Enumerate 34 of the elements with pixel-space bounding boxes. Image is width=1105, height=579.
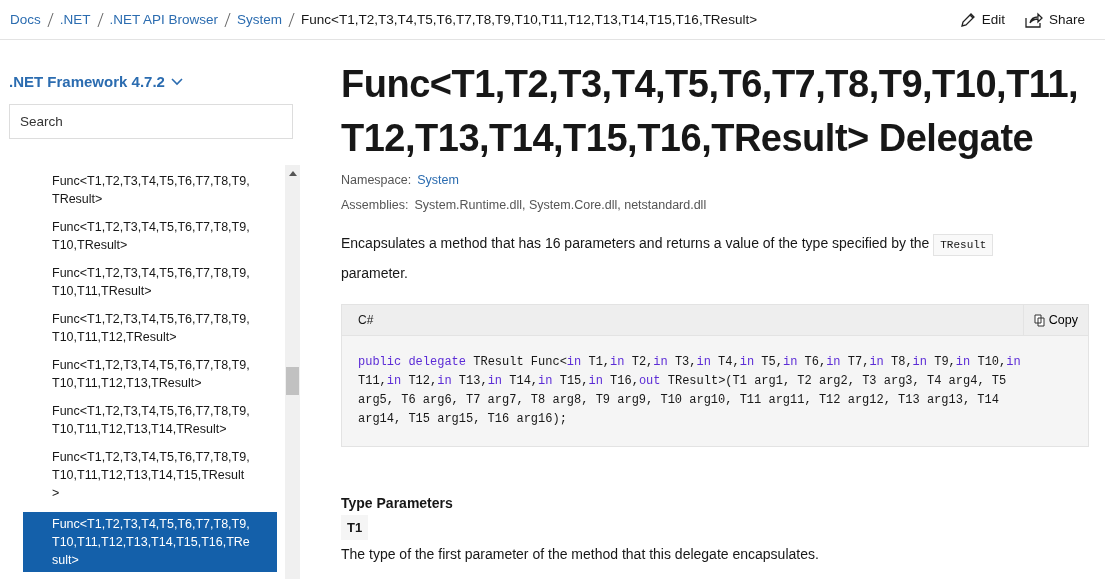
namespace-label: Namespace: (341, 173, 412, 187)
copy-icon (1033, 313, 1046, 327)
section-heading: Type Parameters (341, 495, 454, 511)
breadcrumb-link[interactable]: .NET API Browser (109, 12, 219, 27)
code-text: public delegate TResult Func<in T1,in T2,in T3,in T4,in T5,in T6,in T7,in T8,in T9,in T10,in T11,in T12,in T13,in T14,in T15,in T16,out TResult>(T1 arg1, T2 arg2, T3 arg3, T4 arg4, T5 arg5, T6 arg6, T7 arg7, T8 arg8, T9 arg9, T10 arg10, T11 arg11, T12 arg12, T13 arg13, T14 arg14, T15 arg15, T16 arg16); (357, 354, 1022, 428)
sidebar-item[interactable]: Func<T1,T2,T3,T4,T5,T6,T7,T8,T9, T10,T11,TResult> (23, 264, 277, 310)
sidebar-item[interactable]: Func<T1,T2,T3,T4,T5,T6,T7,T8,T9, TResult> (23, 172, 277, 218)
sidebar-item[interactable]: Func<T1,T2,T3,T4,T5,T6,T7,T8,T9, T10,T11,T12,T13,T14,T15,T16,TRe sult> (23, 512, 277, 572)
sidebar-item[interactable]: Func<T1,T2,T3,T4,T5,T6,T7,T8,T9, T10,T11,T12,T13,TResult> (23, 356, 277, 402)
breadcrumb-link[interactable]: .NET (59, 12, 91, 27)
edit-link[interactable]: Edit (959, 11, 1005, 28)
language-label: C# (357, 313, 374, 327)
share-icon (1024, 11, 1043, 28)
namespace-link[interactable]: System (417, 173, 459, 187)
parameter-name: T1 (341, 515, 369, 540)
summary-text: Encapsulates a method that has 16 parameters and returns a value of the type specified by the TResult parameter. (341, 229, 1089, 287)
sidebar-item[interactable]: Func<T1,T2,T3,T4,T5,T6,T7,T8,T9, T10,T11,T12,T13,T14,T15,TResult > (23, 448, 277, 512)
breadcrumb-link[interactable]: Docs (10, 12, 41, 27)
chevron-down-icon (170, 77, 183, 86)
search-field[interactable]: Search (9, 104, 293, 139)
sidebar-item[interactable]: Func<T1,T2,T3,T4,T5,T6,T7,T8,T9, T10,T11,T12,T13,T14,TResult> (23, 402, 277, 448)
sidebar-item[interactable]: Func<T1,T2,T3,T4,T5,T6,T7,T8,T9, T10,TResult> (23, 218, 277, 264)
version-selector[interactable]: .NET Framework 4.7.2 (9, 73, 183, 90)
page-title: Func<T1,T2,T3,T4,T5,T6,T7,T8,T9,T10,T11, T12,T13,T14,T15,T16,TResult> Delegate (341, 62, 1080, 161)
breadcrumb-link[interactable]: System (237, 12, 283, 27)
assemblies-value: System.Runtime.dll, System.Core.dll, netstandard.dll (414, 198, 707, 212)
breadcrumb-current: Func<T1,T2,T3,T4,T5,T6,T7,T8,T9,T10,T11,T12,T13,T14,T15,T16,TResult> (301, 12, 758, 27)
assemblies-label: Assemblies: (341, 198, 409, 212)
share-link[interactable]: Share (1024, 11, 1085, 28)
parameter-description: The type of the first parameter of the method that this delegate encapsulates. (341, 546, 820, 562)
scrollbar-thumb[interactable] (286, 367, 299, 395)
pencil-icon (959, 11, 976, 28)
scroll-up-icon[interactable] (289, 171, 297, 176)
sidebar-item[interactable]: Func<T1,T2,T3,T4,T5,T6,T7,T8,T9, T10,T11,T12,TResult> (23, 310, 277, 356)
